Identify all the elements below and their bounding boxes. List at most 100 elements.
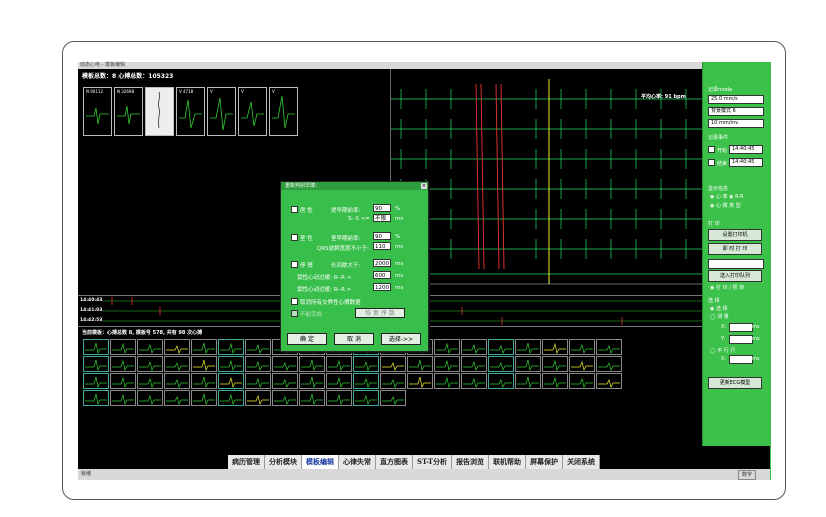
brady-input[interactable]: 600 — [373, 271, 391, 279]
checkbox-box[interactable] — [291, 206, 298, 213]
beat-tile[interactable] — [245, 339, 271, 355]
beat-tile[interactable] — [596, 373, 622, 389]
tab-help[interactable]: 联机帮助 — [489, 455, 527, 469]
beat-tile[interactable] — [488, 373, 514, 389]
beat-tile[interactable] — [245, 390, 271, 406]
template-thumb[interactable]: V — [207, 87, 236, 136]
beat-tile[interactable] — [245, 373, 271, 389]
beat-tile[interactable] — [488, 356, 514, 372]
add-queue-button[interactable]: 送入打印队列 — [708, 270, 762, 282]
tachy-input[interactable]: 1200 — [373, 283, 391, 291]
beat-tile[interactable] — [461, 356, 487, 372]
opt-measure[interactable]: ◯ 测 量 — [710, 313, 729, 320]
tab-analysis[interactable]: 分析模块 — [265, 455, 302, 469]
bg-mode-select[interactable]: 背景模式 6 — [708, 107, 764, 116]
beat-tile[interactable] — [461, 339, 487, 355]
tab-histogram[interactable]: 直方图表 — [376, 455, 413, 469]
beat-tile[interactable] — [380, 373, 406, 389]
tab-arrhythmia[interactable]: 心律失常 — [339, 455, 376, 469]
opt-translate[interactable]: ◯ 平 行 尺 — [710, 347, 735, 354]
template-thumb[interactable]: V — [238, 87, 267, 136]
beat-tile[interactable] — [218, 390, 244, 406]
checkbox-box[interactable] — [708, 159, 715, 166]
beat-tile[interactable] — [218, 356, 244, 372]
beat-tile[interactable] — [164, 373, 190, 389]
beat-tile[interactable] — [596, 339, 622, 355]
x-input[interactable] — [729, 323, 753, 332]
beat-tile[interactable] — [515, 356, 541, 372]
beat-tile[interactable] — [110, 390, 136, 406]
beat-tile[interactable] — [569, 339, 595, 355]
template-thumb[interactable]: V 4718 — [176, 87, 205, 136]
close-icon[interactable]: × — [421, 183, 427, 189]
checkbox-box[interactable] — [291, 234, 298, 241]
checkbox-box[interactable] — [708, 146, 715, 153]
beat-tile[interactable] — [83, 390, 109, 406]
beat-tile[interactable] — [596, 356, 622, 372]
beat-tile[interactable] — [326, 356, 352, 372]
tab-screensaver[interactable]: 屏幕保护 — [526, 455, 564, 469]
template-thumb[interactable]: N 90112 — [83, 87, 112, 136]
beat-tile[interactable] — [299, 390, 325, 406]
ss-input[interactable]: 不限 — [373, 214, 391, 222]
ok-button[interactable]: 确 定 — [287, 333, 327, 345]
template-thumb[interactable]: V — [269, 87, 298, 136]
print-input[interactable] — [708, 259, 764, 269]
vent-checkbox[interactable]: 室 性 — [291, 234, 313, 242]
beat-tile[interactable] — [191, 390, 217, 406]
x2-input[interactable] — [729, 355, 753, 364]
beat-tile[interactable] — [137, 339, 163, 355]
tab-st-analysis[interactable]: ST-T分析 — [413, 455, 453, 469]
beat-tile[interactable] — [164, 339, 190, 355]
beat-tile[interactable] — [137, 390, 163, 406]
update-ecg-model-button[interactable]: 更新ECG模型 — [708, 377, 762, 389]
beat-tile[interactable] — [299, 356, 325, 372]
vent-prem-input[interactable]: 90 — [373, 232, 391, 240]
beat-tile[interactable] — [542, 356, 568, 372]
start-time[interactable]: 14:40:45 — [729, 145, 763, 154]
beat-tile[interactable] — [353, 373, 379, 389]
qrs-input[interactable]: 110 — [373, 242, 391, 250]
end-checkbox[interactable]: 结束 — [708, 159, 727, 167]
tab-template-edit[interactable]: 模板编辑 — [302, 455, 339, 469]
start-checkbox[interactable]: 开始 — [708, 146, 727, 154]
set-printer-button[interactable]: 设置打印机 — [708, 229, 762, 241]
beat-tile[interactable] — [83, 356, 109, 372]
ecg-waveform-view[interactable]: 平均心率: 91 bpm — [391, 69, 702, 295]
beat-tile[interactable] — [272, 373, 298, 389]
beat-tile[interactable] — [245, 356, 271, 372]
template-thumb[interactable]: N 32698 — [114, 87, 143, 136]
opt-print[interactable]: ◉ 打 印 / 预 演 — [710, 284, 744, 291]
beat-tile[interactable] — [110, 373, 136, 389]
gain-select[interactable]: 10 mm/mv — [708, 119, 764, 128]
beat-tile[interactable] — [461, 373, 487, 389]
beat-tile[interactable] — [515, 339, 541, 355]
template-thumb-selected[interactable] — [145, 87, 174, 136]
beat-tile[interactable] — [218, 339, 244, 355]
beat-tile[interactable] — [83, 373, 109, 389]
beat-tile[interactable] — [299, 373, 325, 389]
beat-tile[interactable] — [353, 390, 379, 406]
checkbox-box[interactable] — [291, 261, 298, 268]
cancel-all-checkbox[interactable]: 取消所有交界性心搏数据 — [291, 298, 361, 306]
pause-input[interactable]: 2000 — [373, 259, 391, 267]
beat-tile[interactable] — [191, 356, 217, 372]
beat-tile[interactable] — [515, 373, 541, 389]
beat-tile[interactable] — [434, 356, 460, 372]
beat-tile[interactable] — [137, 373, 163, 389]
beat-tile[interactable] — [353, 356, 379, 372]
tab-case-management[interactable]: 病历管理 — [228, 455, 265, 469]
beat-tile[interactable] — [380, 390, 406, 406]
beat-tile[interactable] — [542, 339, 568, 355]
restore-button[interactable]: 恢 复 序 数 — [355, 308, 405, 318]
beat-tile[interactable] — [83, 339, 109, 355]
beat-tile[interactable] — [380, 356, 406, 372]
opt-hr[interactable]: ◉ 心 率 ◉ R-R — [710, 193, 744, 200]
beat-tile[interactable] — [191, 373, 217, 389]
tab-report[interactable]: 报告浏览 — [452, 455, 490, 469]
atrial-prem-input[interactable]: 90 — [373, 204, 391, 212]
print-now-button[interactable]: 即 时 打 印 — [708, 243, 762, 255]
beat-tile[interactable] — [407, 373, 433, 389]
advanced-button[interactable]: 选择->> — [381, 333, 421, 345]
beat-tile[interactable] — [218, 373, 244, 389]
